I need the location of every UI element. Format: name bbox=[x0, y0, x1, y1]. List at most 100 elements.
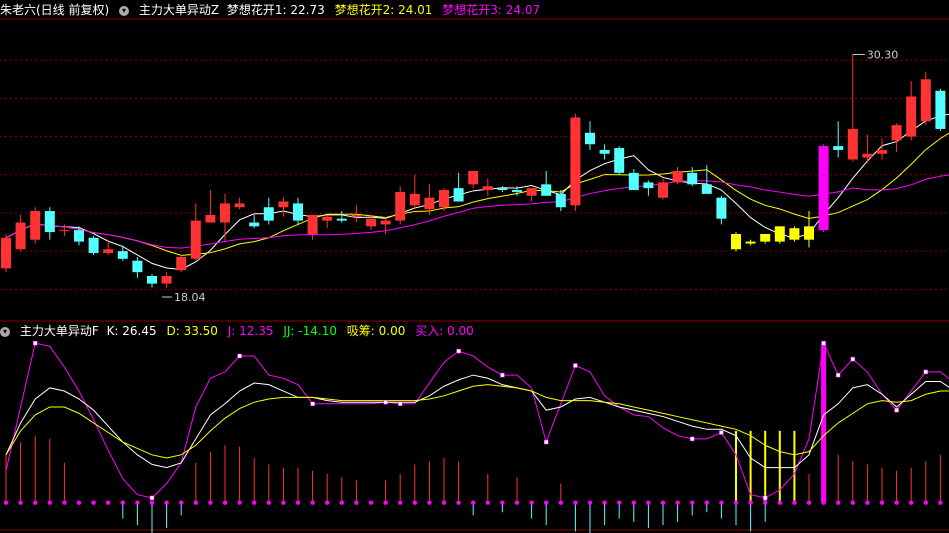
candle-body bbox=[307, 214, 318, 234]
candle-body bbox=[439, 190, 449, 208]
zero-dot bbox=[923, 500, 928, 505]
candle-body bbox=[147, 275, 157, 284]
zero-dot bbox=[398, 500, 403, 505]
candle-body bbox=[44, 211, 55, 233]
candle-body bbox=[628, 172, 639, 191]
candle-body bbox=[847, 128, 858, 160]
candle-body bbox=[760, 233, 771, 242]
candle-body bbox=[906, 96, 917, 137]
zero-dot bbox=[471, 500, 476, 505]
zero-dot bbox=[690, 500, 695, 505]
candle-body bbox=[658, 182, 668, 198]
candle-body bbox=[190, 220, 201, 259]
zero-dot bbox=[500, 500, 505, 505]
candle-body bbox=[877, 149, 887, 154]
zero-dot bbox=[427, 500, 432, 505]
zero-dot bbox=[295, 500, 301, 505]
zero-dot bbox=[149, 500, 155, 505]
j-turn-marker bbox=[762, 495, 768, 501]
candle-body bbox=[117, 251, 128, 259]
candle-body bbox=[497, 188, 508, 191]
candle-body bbox=[789, 228, 800, 240]
stock-chart[interactable]: 30.30 18.04 bbox=[0, 0, 949, 533]
annotation-high-label: 30.30 bbox=[867, 48, 899, 61]
zero-dot bbox=[836, 500, 841, 505]
candle-body bbox=[278, 201, 289, 208]
zero-dot bbox=[865, 500, 870, 505]
zero-dot bbox=[179, 500, 184, 505]
zero-dot bbox=[310, 500, 315, 505]
candle-body bbox=[1, 237, 11, 269]
zero-dot bbox=[412, 500, 417, 505]
zero-dot bbox=[748, 500, 753, 505]
zero-dot bbox=[763, 500, 768, 505]
j-turn-marker bbox=[894, 407, 899, 413]
candle-body bbox=[161, 275, 172, 284]
j-turn-marker bbox=[850, 356, 856, 362]
candle-body bbox=[512, 190, 522, 192]
candle-body bbox=[745, 241, 756, 244]
zero-dot bbox=[529, 500, 534, 505]
candle-body bbox=[774, 226, 785, 242]
candle-body bbox=[833, 146, 844, 150]
candle-body bbox=[526, 188, 537, 196]
candle-body bbox=[731, 233, 741, 250]
candle-body bbox=[322, 216, 333, 221]
candle-body bbox=[818, 146, 829, 231]
j-turn-marker bbox=[500, 372, 505, 378]
candle-body bbox=[585, 132, 595, 145]
zero-dot bbox=[237, 500, 242, 505]
zero-dot bbox=[587, 500, 593, 505]
zero-dot bbox=[266, 500, 271, 505]
candle-body bbox=[366, 218, 376, 227]
zero-dot bbox=[222, 500, 228, 505]
candle-body bbox=[395, 191, 406, 221]
candle-body bbox=[643, 182, 654, 189]
candle-body bbox=[293, 203, 303, 221]
zero-dot bbox=[850, 500, 855, 505]
candle-body bbox=[716, 197, 727, 219]
candle-body bbox=[263, 207, 274, 221]
candle-body bbox=[176, 256, 187, 271]
candle-body bbox=[409, 193, 420, 206]
candle-body bbox=[30, 211, 41, 240]
j-turn-marker bbox=[821, 340, 826, 346]
zero-dot bbox=[894, 500, 899, 505]
zero-dot bbox=[719, 500, 724, 505]
candle-body bbox=[804, 226, 814, 240]
zero-dot bbox=[164, 500, 169, 505]
j-turn-marker bbox=[719, 430, 724, 435]
j-turn-marker bbox=[456, 348, 461, 354]
zero-dot bbox=[383, 500, 388, 505]
candle-body bbox=[234, 203, 245, 208]
j-turn-marker bbox=[923, 369, 929, 375]
zero-dot bbox=[3, 500, 9, 505]
zero-dot bbox=[76, 500, 82, 505]
zero-dot bbox=[879, 500, 885, 505]
zero-dot bbox=[660, 500, 666, 505]
zero-dot bbox=[646, 500, 651, 505]
candle-body bbox=[541, 184, 552, 196]
zero-dot bbox=[33, 500, 38, 505]
zero-dot bbox=[135, 500, 140, 505]
zero-dot bbox=[456, 500, 461, 505]
j-turn-marker bbox=[573, 363, 578, 368]
candle-body bbox=[555, 193, 566, 208]
kdj-line-d bbox=[5, 384, 949, 459]
kdj-line-j bbox=[5, 341, 949, 499]
candle-body bbox=[862, 153, 873, 158]
candle-body bbox=[935, 90, 946, 129]
zero-dot bbox=[354, 500, 359, 505]
zero-dot bbox=[675, 500, 680, 505]
zero-dot bbox=[602, 500, 607, 505]
zero-dot bbox=[777, 500, 782, 505]
candle-body bbox=[482, 186, 493, 191]
zero-dot bbox=[938, 500, 943, 505]
candle-body bbox=[920, 79, 931, 122]
zero-dot bbox=[91, 500, 96, 505]
j-turn-marker bbox=[835, 372, 841, 378]
candle-body bbox=[891, 125, 902, 141]
candle-body bbox=[570, 117, 581, 206]
zero-dot bbox=[62, 500, 67, 505]
zero-dot bbox=[325, 500, 330, 505]
